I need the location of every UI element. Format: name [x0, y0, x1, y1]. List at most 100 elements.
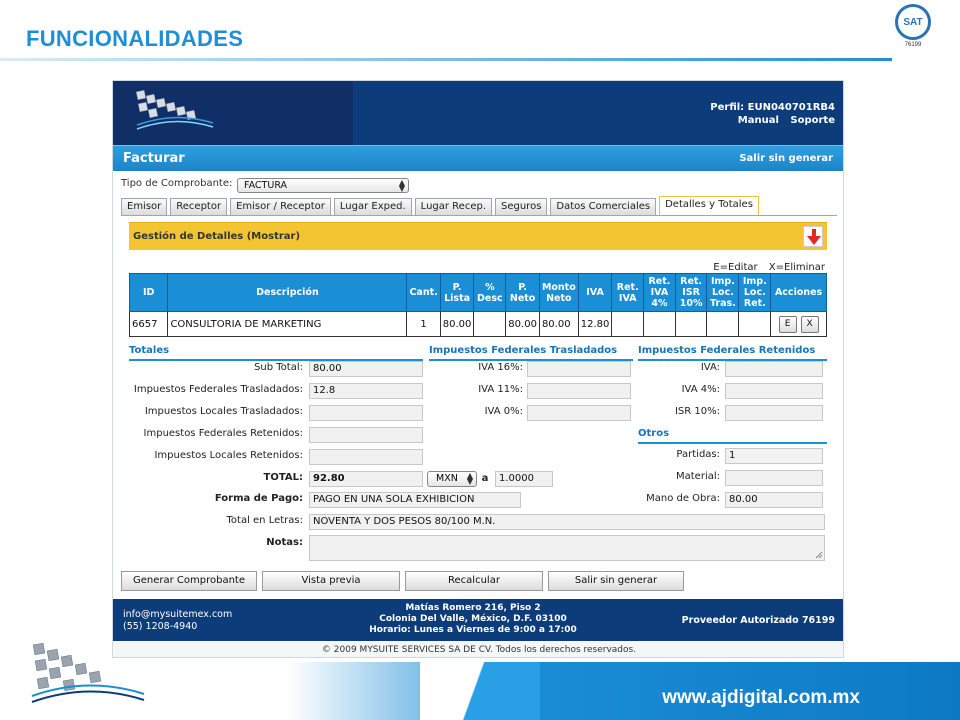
bottom-banner-wedge: [420, 662, 540, 720]
iva0-label: IVA 0%:: [484, 406, 523, 417]
edit-row-button[interactable]: E: [778, 315, 797, 333]
collapse-button[interactable]: [803, 226, 823, 247]
tipo-comprobante-select[interactable]: FACTURA ▲ ▼: [237, 178, 409, 193]
tab-emisor[interactable]: Emisor: [121, 198, 168, 215]
detalles-panel-title[interactable]: Gestión de Detalles (Mostrar): [133, 231, 300, 242]
cell-ret-iva-4: [643, 311, 676, 337]
iva16-field[interactable]: [527, 361, 631, 377]
soporte-link[interactable]: Soporte: [790, 115, 835, 126]
otros-heading: Otros: [638, 428, 827, 444]
tipo-comprobante-value: FACTURA: [244, 180, 288, 191]
imp-loc-tras-field[interactable]: [309, 405, 423, 421]
notas-textarea[interactable]: [309, 535, 825, 561]
iva11-field[interactable]: [527, 383, 631, 399]
app-window: Perfil: EUN040701RB4 Manual Soporte Fact…: [112, 80, 844, 658]
select-arrows-icon: ▲ ▼: [398, 178, 405, 193]
imp-loc-ret-field[interactable]: [309, 449, 423, 465]
currency-select[interactable]: MXN ▲ ▼: [427, 471, 477, 487]
mano-obra-label: Mano de Obra:: [646, 493, 720, 504]
imp-fed-ret-field[interactable]: [309, 427, 423, 443]
imp-fed-tras-field[interactable]: 12.8: [309, 383, 423, 399]
table-row: 6657 CONSULTORIA DE MARKETING 1 80.00 80…: [128, 311, 827, 337]
totales-heading: Totales: [129, 345, 423, 361]
recalcular-button[interactable]: Recalcular: [405, 571, 543, 591]
footer-phone: (55) 1208-4940: [123, 621, 198, 632]
mano-obra-field[interactable]: 80.00: [725, 492, 823, 508]
cell-ret-iva: [611, 311, 645, 337]
salir-sin-generar-button[interactable]: Salir sin generar: [548, 571, 684, 591]
tab-emisor-receptor[interactable]: Emisor / Receptor: [230, 198, 331, 215]
action-buttons: Generar Comprobante Vista previa Recalcu…: [121, 571, 689, 591]
delete-row-button[interactable]: X: [800, 315, 819, 333]
footer-address-1: Matías Romero 216, Piso 2: [405, 603, 541, 613]
arrow-down-icon: [807, 229, 821, 245]
vista-previa-button[interactable]: Vista previa: [262, 571, 400, 591]
iva0-field[interactable]: [527, 405, 631, 421]
select-arrows-icon: ▲ ▼: [466, 471, 473, 486]
exchange-rate-field[interactable]: 1.0000: [495, 471, 553, 487]
col-p-lista: P. Lista: [439, 273, 475, 312]
profile-area: Perfil: EUN040701RB4 Manual Soporte: [710, 101, 835, 127]
tab-lugar-recep[interactable]: Lugar Recep.: [414, 198, 492, 215]
col-iva: IVA: [577, 273, 613, 312]
col-imp-loc-ret: Imp. Loc. Ret.: [738, 273, 772, 312]
col-cant: Cant.: [406, 273, 441, 312]
legend-edit: E=Editar: [713, 262, 758, 273]
tab-underline: [121, 215, 837, 216]
exit-without-generating-link[interactable]: Salir sin generar: [739, 153, 833, 164]
sat-logo-text: SAT: [903, 16, 923, 28]
col-ret-isr-10: Ret. ISR 10%: [674, 273, 708, 312]
rate-separator: a: [481, 473, 489, 484]
ret-iva4-field[interactable]: [725, 383, 823, 399]
profile-rfc: Perfil: EUN040701RB4: [710, 102, 835, 113]
tab-seguros[interactable]: Seguros: [495, 198, 548, 215]
col-monto-neto: Monto Neto: [538, 273, 579, 312]
cell-desc: [473, 311, 507, 337]
tab-detalles-totales[interactable]: Detalles y Totales: [659, 196, 759, 215]
footer-address-2: Colonia Del Valle, México, D.F. 03100: [379, 614, 567, 624]
total-letras-field[interactable]: NOVENTA Y DOS PESOS 80/100 M.N.: [309, 514, 825, 530]
generar-comprobante-button[interactable]: Generar Comprobante: [121, 571, 257, 591]
title-divider: [0, 58, 892, 61]
currency-value: MXN: [436, 473, 458, 484]
ret-iva4-label: IVA 4%:: [681, 384, 720, 395]
col-ret-iva: Ret. IVA: [611, 273, 645, 312]
cell-monto-neto: 80.00: [538, 311, 579, 337]
cell-imp-loc-tras: [706, 311, 740, 337]
total-field[interactable]: 92.80: [309, 471, 423, 487]
cell-descripcion: CONSULTORIA DE MARKETING: [167, 311, 408, 337]
ret-isr10-field[interactable]: [725, 405, 823, 421]
tab-bar: Emisor Receptor Emisor / Receptor Lugar …: [121, 196, 762, 216]
cell-acciones: EX: [770, 311, 827, 337]
partidas-label: Partidas:: [676, 449, 720, 460]
footer-hours: Horario: Lunes a Viernes de 9:00 a 17:00: [369, 625, 577, 635]
tab-datos-comerciales[interactable]: Datos Comerciales: [550, 198, 657, 215]
total-label: TOTAL:: [263, 472, 303, 483]
app-logo: [113, 81, 353, 145]
sub-total-field[interactable]: 80.00: [309, 361, 423, 377]
sub-total-label: Sub Total:: [254, 362, 303, 373]
col-descripcion: Descripción: [167, 273, 408, 312]
footer-email[interactable]: info@mysuitemex.com: [123, 609, 232, 621]
table-header-row: ID Descripción Cant. P. Lista % Desc P. …: [128, 273, 827, 312]
detalles-panel-header: Gestión de Detalles (Mostrar): [129, 222, 827, 250]
imp-loc-tras-label: Impuestos Locales Trasladados:: [144, 406, 303, 417]
detalles-table: ID Descripción Cant. P. Lista % Desc P. …: [128, 273, 827, 337]
ret-iva-field[interactable]: [725, 361, 823, 377]
total-letras-label: Total en Letras:: [226, 515, 304, 526]
sat-number: 76199: [904, 42, 922, 48]
material-field[interactable]: [725, 470, 823, 486]
col-acciones: Acciones: [770, 273, 827, 312]
forma-pago-field[interactable]: PAGO EN UNA SOLA EXHIBICION: [309, 492, 521, 508]
sat-logo: SAT 76199: [893, 4, 933, 50]
trasladados-heading: Impuestos Federales Trasladados: [429, 345, 633, 361]
manual-link[interactable]: Manual: [738, 115, 779, 126]
tab-receptor[interactable]: Receptor: [170, 198, 228, 215]
website-url: www.ajdigital.com.mx: [662, 687, 860, 708]
resize-handle-icon[interactable]: [815, 551, 823, 559]
partidas-field[interactable]: 1: [725, 448, 823, 464]
tab-lugar-exped[interactable]: Lugar Exped.: [333, 198, 412, 215]
col-id: ID: [128, 273, 169, 312]
cell-iva: 12.80: [577, 311, 613, 337]
ret-iva-label: IVA:: [700, 362, 720, 373]
